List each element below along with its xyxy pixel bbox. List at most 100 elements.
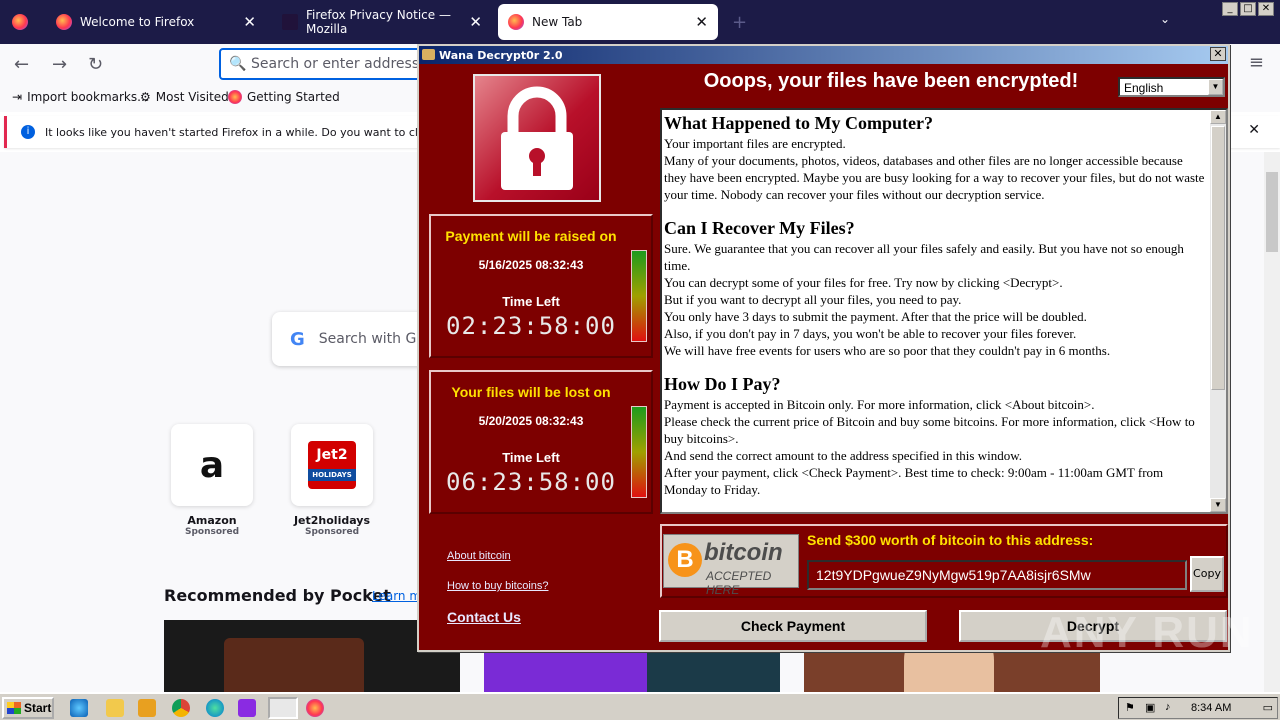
tab-privacy[interactable]: Firefox Privacy Notice — Mozilla ✕ [272, 4, 492, 40]
edge-icon[interactable] [206, 699, 224, 717]
pocket-title: Recommended by Pocket [164, 586, 391, 605]
bookmark-import[interactable]: ⇥ Import bookmarks... [12, 90, 149, 104]
firefox-icon [228, 90, 242, 104]
firefox-icon[interactable] [306, 699, 324, 717]
volume-icon[interactable]: ♪ [1165, 701, 1171, 713]
chevron-down-icon[interactable]: ⌄ [1160, 12, 1170, 26]
timer-date: 5/20/2025 08:32:43 [478, 414, 584, 428]
tab-label: Welcome to Firefox [80, 15, 195, 29]
padlock-icon [473, 74, 601, 202]
pocket-heading: Recommended by Pocket Learn m [164, 586, 421, 605]
how-to-buy-bitcoins-link[interactable]: How to buy bitcoins? [447, 580, 549, 592]
wallet-image [224, 638, 364, 692]
message-line: You only have 3 days to submit the payme… [664, 309, 1087, 324]
scrollbar-thumb[interactable] [1211, 126, 1225, 390]
address-bar[interactable]: 🔍 Search or enter address [219, 48, 439, 80]
window-titlebar[interactable]: Wana Decrypt0r 2.0 ✕ [419, 46, 1228, 64]
close-icon[interactable]: ✕ [1248, 122, 1260, 138]
hamburger-menu-icon[interactable]: ≡ [1249, 52, 1264, 73]
pocket-learn-more-link[interactable]: Learn m [372, 589, 421, 603]
timer-date: 5/16/2025 08:32:43 [478, 258, 584, 272]
message-line: Also, if you don't pay in 7 days, you wo… [664, 326, 1077, 341]
folder-icon[interactable] [106, 699, 124, 717]
tile-sponsored: Sponsored [304, 527, 360, 537]
tab-welcome[interactable]: Welcome to Firefox ✕ [46, 4, 266, 40]
chevron-down-icon[interactable]: ▼ [1208, 79, 1223, 95]
winrar-icon[interactable] [238, 699, 256, 717]
back-icon[interactable]: ← [14, 54, 29, 75]
media-player-icon[interactable] [138, 699, 156, 717]
bookmark-label: Getting Started [247, 90, 340, 104]
minimize-icon[interactable]: _ [1222, 2, 1238, 16]
close-icon[interactable]: ✕ [469, 13, 482, 31]
wana-decryptor-window: Wana Decrypt0r 2.0 ✕ Ooops, your files h… [417, 44, 1230, 652]
start-button[interactable]: Start [2, 697, 54, 719]
message-line: Many of your documents, photos, videos, … [664, 153, 1205, 202]
new-tab-icon[interactable]: + [732, 12, 747, 33]
pocket-card-image[interactable] [164, 620, 460, 692]
tile-label: Amazon [187, 514, 237, 527]
ransom-headline: Ooops, your files have been encrypted! [703, 70, 1079, 92]
check-payment-button[interactable]: Check Payment [659, 610, 927, 642]
tile-sponsored: Sponsored [184, 527, 240, 537]
contact-us-link[interactable]: Contact Us [447, 609, 521, 625]
bitcoin-icon: B [668, 543, 702, 577]
firefox-icon [56, 14, 72, 30]
gear-icon: ⚙ [140, 90, 151, 104]
tab-label: New Tab [532, 15, 583, 29]
window-title: Wana Decrypt0r 2.0 [439, 48, 563, 62]
message-line: We will have free events for users who a… [664, 343, 1111, 358]
about-bitcoin-link[interactable]: About bitcoin [447, 550, 511, 562]
bookmark-label: Import bookmarks... [27, 90, 149, 104]
maximize-icon[interactable]: □ [1240, 2, 1256, 16]
message-line: After your payment, click <Check Payment… [664, 465, 1164, 497]
section-heading: How Do I Pay? [664, 374, 781, 394]
internet-explorer-icon[interactable] [70, 699, 88, 717]
clock[interactable]: 8:34 AM [1191, 702, 1231, 714]
scroll-down-icon[interactable]: ▼ [1210, 498, 1226, 512]
flag-icon[interactable]: ⚑ [1125, 701, 1135, 714]
payment-raise-timer: Payment will be raised on 5/16/2025 08:3… [429, 214, 653, 358]
chrome-icon[interactable] [172, 699, 190, 717]
timer-heading: Your files will be lost on [451, 384, 611, 400]
message-scrollbar[interactable]: ▲ ▼ [1210, 110, 1226, 512]
tile-jet2[interactable]: Jet2 HOLIDAYS Jet2holidays Sponsored [291, 424, 373, 537]
countdown: 02:23:58:00 [446, 312, 616, 340]
bitcoin-address-field[interactable]: 12t9YDPgwueZ9NyMgw519p7AA8isjr6SMw [807, 560, 1187, 590]
section-heading: What Happened to My Computer? [664, 113, 933, 133]
network-icon[interactable]: ▣ [1145, 701, 1155, 714]
close-icon[interactable]: ✕ [695, 13, 708, 31]
bookmark-label: Most Visited [155, 90, 229, 104]
bookmark-getting-started[interactable]: Getting Started [228, 90, 340, 104]
bookmark-most-visited[interactable]: ⚙ Most Visited [140, 90, 229, 104]
tab-label: Firefox Privacy Notice — Mozilla [306, 8, 451, 36]
tile-amazon[interactable]: a Amazon Sponsored [171, 424, 253, 537]
send-bitcoin-label: Send $300 worth of bitcoin to this addre… [807, 532, 1094, 548]
tab-newtab[interactable]: New Tab ✕ [498, 4, 718, 40]
scrollbar-thumb[interactable] [1266, 172, 1278, 252]
forward-icon[interactable]: → [52, 54, 67, 75]
ransom-message-box[interactable]: What Happened to My Computer? Your impor… [660, 108, 1228, 514]
message-line: Please check the current price of Bitcoi… [664, 414, 1195, 446]
language-select[interactable]: English ▼ [1118, 77, 1225, 97]
firefox-icon [508, 14, 524, 30]
time-progress-bar [631, 406, 647, 498]
show-desktop-icon[interactable]: ▭ [1263, 701, 1273, 714]
section-heading: Can I Recover My Files? [664, 218, 855, 238]
copy-button[interactable]: Copy [1190, 556, 1224, 592]
taskbar-item-wana[interactable] [268, 697, 298, 719]
taskbar: Start ⚑ ▣ ♪ 8:34 AM ▭ [0, 692, 1280, 720]
google-search-placeholder: Search with G [318, 331, 417, 347]
close-icon[interactable]: ✕ [243, 13, 256, 31]
page-scrollbar[interactable] [1264, 152, 1280, 692]
import-icon: ⇥ [12, 90, 23, 104]
reload-icon[interactable]: ↻ [88, 54, 103, 75]
start-label: Start [24, 701, 52, 715]
mozilla-icon [282, 14, 298, 30]
search-icon: 🔍 [229, 56, 247, 72]
info-icon: i [21, 125, 35, 139]
close-icon[interactable]: ✕ [1258, 2, 1274, 16]
scroll-up-icon[interactable]: ▲ [1210, 110, 1226, 124]
firefox-icon[interactable] [12, 14, 28, 30]
close-icon[interactable]: ✕ [1210, 47, 1226, 61]
